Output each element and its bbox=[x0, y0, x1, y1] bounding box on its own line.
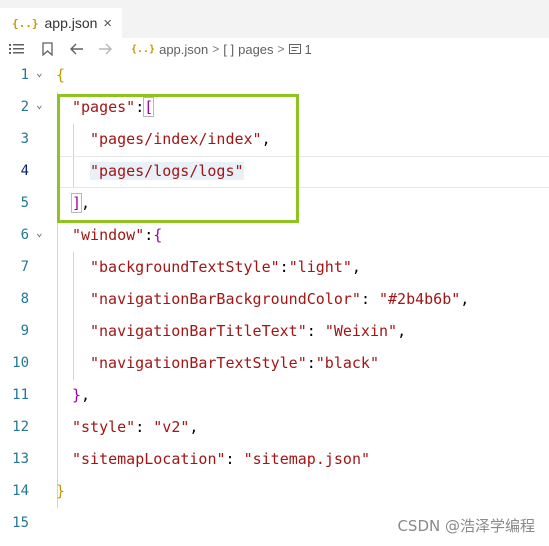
forward-arrow-icon[interactable] bbox=[98, 38, 112, 60]
line-number: 3 bbox=[20, 131, 29, 147]
code-line: 7 "backgroundTextStyle":"light", bbox=[0, 252, 549, 284]
breadcrumb-item[interactable]: 1 bbox=[305, 42, 312, 57]
code-line: 12 "style": "v2", bbox=[0, 412, 549, 444]
breadcrumb: {..} app.json > [ ] pages > 1 bbox=[131, 38, 312, 60]
line-number: 6 bbox=[20, 227, 29, 243]
line-number: 12 bbox=[12, 419, 29, 435]
line-number: 7 bbox=[20, 259, 29, 275]
code-line: 14 } bbox=[0, 476, 549, 508]
json-file-icon: {..} bbox=[131, 43, 156, 55]
back-arrow-icon[interactable] bbox=[70, 38, 84, 60]
line-number: 13 bbox=[12, 451, 29, 467]
line-number: 11 bbox=[12, 387, 29, 403]
fold-chevron-icon[interactable]: ⌄ bbox=[36, 66, 43, 79]
code-line: 8 "navigationBarBackgroundColor": "#2b4b… bbox=[0, 284, 549, 316]
array-icon: [ ] bbox=[223, 41, 235, 57]
code-text: "style": "v2", bbox=[72, 418, 199, 436]
fold-chevron-icon[interactable]: ⌄ bbox=[36, 98, 43, 111]
bookmark-icon[interactable] bbox=[42, 38, 53, 60]
breadcrumb-file[interactable]: app.json bbox=[159, 42, 208, 57]
line-number: 4 bbox=[20, 163, 29, 179]
code-line: 1 ⌄ { bbox=[0, 60, 549, 92]
code-line: 13 "sitemapLocation": "sitemap.json" bbox=[0, 444, 549, 476]
code-text: "navigationBarTextStyle":"black" bbox=[90, 354, 379, 372]
breadcrumb-pages[interactable]: pages bbox=[238, 42, 273, 57]
code-line: 11 }, bbox=[0, 380, 549, 412]
list-icon[interactable] bbox=[9, 38, 24, 60]
code-line: 9 "navigationBarTitleText": "Weixin", bbox=[0, 316, 549, 348]
line-number: 8 bbox=[20, 291, 29, 307]
editor-toolbar: {..} app.json > [ ] pages > 1 bbox=[0, 38, 549, 60]
code-text: { bbox=[56, 66, 66, 84]
breadcrumb-separator: > bbox=[212, 42, 220, 56]
code-line: 6 ⌄ "window":{ bbox=[0, 220, 549, 252]
json-file-icon: {..} bbox=[12, 16, 39, 30]
watermark: CSDN @浩泽学编程 bbox=[397, 517, 535, 535]
code-text: } bbox=[56, 482, 66, 500]
line-number: 14 bbox=[12, 483, 29, 499]
tab-title: app.json bbox=[44, 15, 98, 31]
breadcrumb-separator: > bbox=[277, 42, 285, 56]
line-number: 2 bbox=[20, 99, 29, 115]
annotation-highlight-box bbox=[57, 94, 299, 223]
code-line: 10 "navigationBarTextStyle":"black" bbox=[0, 348, 549, 380]
line-number: 9 bbox=[20, 323, 29, 339]
fold-chevron-icon[interactable]: ⌄ bbox=[36, 226, 43, 239]
string-item-icon bbox=[288, 42, 301, 57]
code-text: "sitemapLocation": "sitemap.json" bbox=[72, 450, 371, 468]
code-text: "navigationBarTitleText": "Weixin", bbox=[90, 322, 407, 340]
tab-bar: {..} app.json × bbox=[0, 0, 549, 38]
code-text: "navigationBarBackgroundColor": "#2b4b6b… bbox=[90, 290, 470, 308]
code-text: "window":{ bbox=[72, 226, 163, 244]
line-number: 10 bbox=[12, 355, 29, 371]
line-number: 5 bbox=[20, 195, 29, 211]
line-number: 15 bbox=[12, 515, 29, 531]
close-icon[interactable]: × bbox=[103, 15, 112, 32]
code-editor[interactable]: 1 ⌄ { 2 ⌄ "pages":[ 3 "pages/index/index… bbox=[0, 60, 549, 546]
code-text: }, bbox=[72, 386, 91, 404]
line-number: 1 bbox=[20, 67, 29, 83]
tab-app-json[interactable]: {..} app.json × bbox=[0, 8, 122, 38]
code-text: "backgroundTextStyle":"light", bbox=[90, 258, 361, 276]
